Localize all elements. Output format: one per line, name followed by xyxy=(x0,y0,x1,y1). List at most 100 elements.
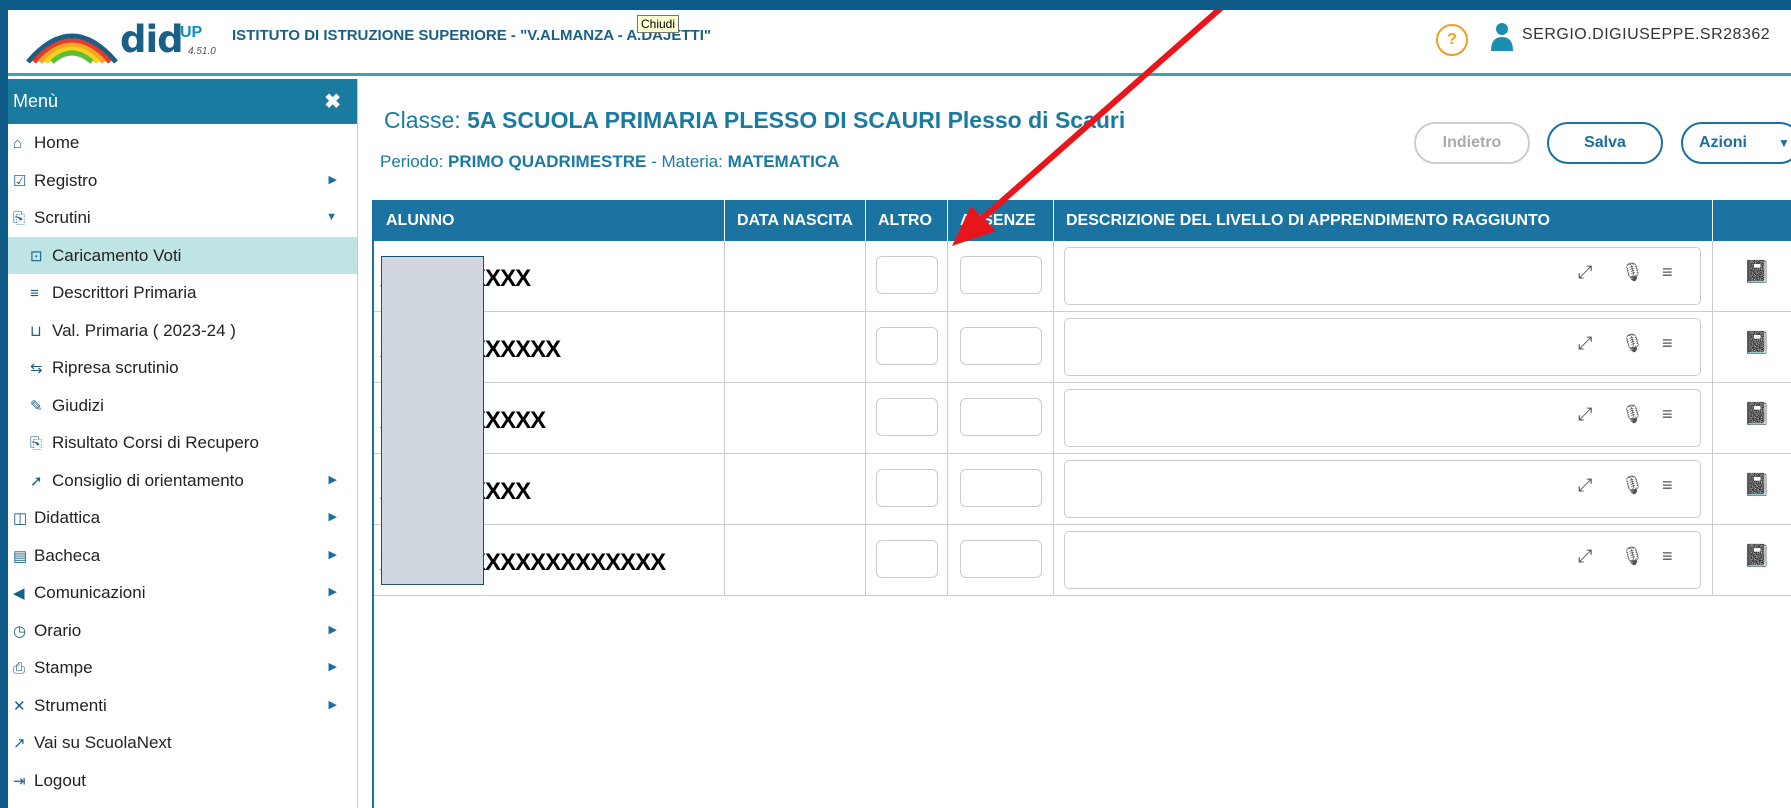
microphone-icon[interactable]: 🎙 xyxy=(1621,404,1644,425)
close-icon[interactable]: ✖ xyxy=(324,89,341,114)
description-textarea[interactable]: ⤢ 🎙 ≡ xyxy=(1064,247,1701,305)
external-link-icon: ↗ xyxy=(13,735,26,752)
assenze-cell xyxy=(948,241,1054,312)
expand-icon[interactable]: ⤢ xyxy=(1578,404,1592,425)
assenze-input[interactable] xyxy=(960,256,1042,294)
sidebar-item-comunicazioni[interactable]: ◀ Comunicazioni ▶ xyxy=(8,574,357,612)
notebook-icon[interactable]: 📓 xyxy=(1743,259,1770,285)
caret-right-icon: ▶ xyxy=(328,473,337,486)
description-textarea[interactable]: ⤢ 🎙 ≡ xyxy=(1064,460,1701,518)
megaphone-icon: ◀ xyxy=(13,585,25,602)
header-data-nascita: DATA NASCITA xyxy=(725,200,866,241)
book-cell: 📓 xyxy=(1713,383,1791,454)
clock-icon: ◷ xyxy=(13,622,27,640)
description-cell: ⤢ 🎙 ≡ xyxy=(1054,241,1713,312)
sidebar-item-descrittori-primaria[interactable]: ≡ Descrittori Primaria xyxy=(8,274,357,312)
sidebar-item-label: Orario xyxy=(34,620,82,640)
book-cell: 📓 xyxy=(1713,525,1791,596)
page-title: Classe: 5A SCUOLA PRIMARIA PLESSO DI SCA… xyxy=(384,107,1125,134)
sidebar-item-label: Logout xyxy=(34,770,86,790)
username[interactable]: SERGIO.DIGIUSEPPE.SR28362 xyxy=(1522,26,1770,44)
refresh-icon: ⇆ xyxy=(30,360,43,377)
home-icon: ⌂ xyxy=(13,135,23,152)
sidebar-item-giudizi[interactable]: ✎ Giudizi xyxy=(8,387,357,425)
list-icon: ≡ xyxy=(30,285,39,302)
assenze-input[interactable] xyxy=(960,469,1042,507)
notebook-icon[interactable]: 📓 xyxy=(1743,472,1770,498)
description-textarea[interactable]: ⤢ 🎙 ≡ xyxy=(1064,389,1701,447)
expand-icon[interactable]: ⤢ xyxy=(1578,333,1592,354)
sidebar-item-logout[interactable]: ⇥ Logout xyxy=(8,762,357,800)
assenze-input[interactable] xyxy=(960,398,1042,436)
sidebar-item-orario[interactable]: ◷ Orario ▶ xyxy=(8,612,357,650)
sidebar-item-consiglio-orientamento[interactable]: ➚ Consiglio di orientamento ▶ xyxy=(8,462,357,500)
assenze-cell xyxy=(948,454,1054,525)
altro-input[interactable] xyxy=(876,469,938,507)
bookmark-icon: ⊡ xyxy=(30,247,43,265)
sidebar-item-label: Strumenti xyxy=(34,695,107,715)
save-button[interactable]: Salva xyxy=(1547,122,1663,164)
altro-cell xyxy=(866,312,948,383)
table-row: XXXXXXXXXXXXXXXXXXX ⤢ 🎙 ≡ 📓 xyxy=(374,525,1791,596)
lines-icon[interactable]: ≡ xyxy=(1662,262,1673,283)
notebook-icon[interactable]: 📓 xyxy=(1743,401,1770,427)
sidebar-item-home[interactable]: ⌂ Home xyxy=(8,124,357,162)
assenze-input[interactable] xyxy=(960,327,1042,365)
lines-icon[interactable]: ≡ xyxy=(1662,404,1673,425)
sidebar-menu: Menù ✖ ⌂ Home ☑ Registro ▶ ⎘ Scrutini ▼ ⊡ Cari… xyxy=(8,79,358,808)
header-assenze: ASSENZE xyxy=(948,200,1054,241)
sidebar-item-label: Risultato Corsi di Recupero xyxy=(52,433,259,452)
lines-icon[interactable]: ≡ xyxy=(1662,475,1673,496)
notebook-icon[interactable]: 📓 xyxy=(1743,543,1770,569)
sidebar-item-didattica[interactable]: ◫ Didattica ▶ xyxy=(8,499,357,537)
sidebar-item-strumenti[interactable]: ✕ Strumenti ▶ xyxy=(8,687,357,725)
sidebar-item-registro[interactable]: ☑ Registro ▶ xyxy=(8,162,357,200)
altro-input[interactable] xyxy=(876,540,938,578)
materia-label: - Materia: xyxy=(646,152,728,171)
grades-table: ALUNNO DATA NASCITA ALTRO ASSENZE DESCRI… xyxy=(372,200,1791,808)
expand-icon[interactable]: ⤢ xyxy=(1578,546,1592,567)
microphone-icon[interactable]: 🎙 xyxy=(1621,475,1644,496)
classe-label: Classe: xyxy=(384,107,468,133)
lines-icon[interactable]: ≡ xyxy=(1662,333,1673,354)
sidebar-item-val-primaria[interactable]: ⊔ Val. Primaria ( 2023-24 ) xyxy=(8,312,357,350)
help-button[interactable]: ? xyxy=(1436,24,1468,56)
sidebar-item-label: Stampe xyxy=(34,658,93,677)
microphone-icon[interactable]: 🎙 xyxy=(1621,262,1644,283)
app-version: 4.51.0 xyxy=(188,46,216,57)
table-row: XXXXXXXXXX ⤢ 🎙 ≡ 📓 xyxy=(374,241,1791,312)
actions-dropdown-button[interactable]: Azioni ▼ xyxy=(1681,122,1791,164)
expand-icon[interactable]: ⤢ xyxy=(1578,262,1592,283)
lines-icon[interactable]: ≡ xyxy=(1662,546,1673,567)
altro-input[interactable] xyxy=(876,327,938,365)
caret-right-icon: ▶ xyxy=(328,623,337,636)
book-icon: ⊔ xyxy=(30,322,42,340)
notebook-icon[interactable]: 📓 xyxy=(1743,330,1770,356)
altro-input[interactable] xyxy=(876,256,938,294)
caret-right-icon: ▶ xyxy=(328,511,337,523)
sidebar-item-caricamento-voti[interactable]: ⊡ Caricamento Voti xyxy=(8,236,357,274)
microphone-icon[interactable]: 🎙 xyxy=(1621,546,1644,567)
periodo-label: Periodo: xyxy=(380,152,449,171)
description-textarea[interactable]: ⤢ 🎙 ≡ xyxy=(1064,531,1701,589)
sidebar-item-scrutini[interactable]: ⎘ Scrutini ▼ xyxy=(8,199,357,237)
caret-right-icon: ▶ xyxy=(328,548,337,561)
sidebar-item-stampe[interactable]: ⎙ Stampe ▶ xyxy=(8,649,357,687)
microphone-icon[interactable]: 🎙 xyxy=(1621,333,1644,354)
sidebar-item-risultato-corsi[interactable]: ⎘ Risultato Corsi di Recupero xyxy=(8,424,357,462)
back-button[interactable]: Indietro xyxy=(1414,122,1530,164)
sidebar-item-label: Comunicazioni xyxy=(34,583,146,602)
sidebar-item-label: Ripresa scrutinio xyxy=(52,358,179,377)
description-textarea[interactable]: ⤢ 🎙 ≡ xyxy=(1064,318,1701,376)
expand-icon[interactable]: ⤢ xyxy=(1578,475,1592,496)
logo-up: UP xyxy=(180,24,203,41)
birthdate-cell xyxy=(725,241,866,312)
sidebar-item-ripresa-scrutinio[interactable]: ⇆ Ripresa scrutinio xyxy=(8,349,357,387)
sidebar-item-scuolanext[interactable]: ↗ Vai su ScuolaNext xyxy=(8,724,357,762)
book-cell: 📓 xyxy=(1713,312,1791,383)
assenze-input[interactable] xyxy=(960,540,1042,578)
sidebar-item-bacheca[interactable]: ▤ Bacheca ▶ xyxy=(8,537,357,575)
altro-input[interactable] xyxy=(876,398,938,436)
description-cell: ⤢ 🎙 ≡ xyxy=(1054,454,1713,525)
user-icon[interactable] xyxy=(1490,22,1514,52)
